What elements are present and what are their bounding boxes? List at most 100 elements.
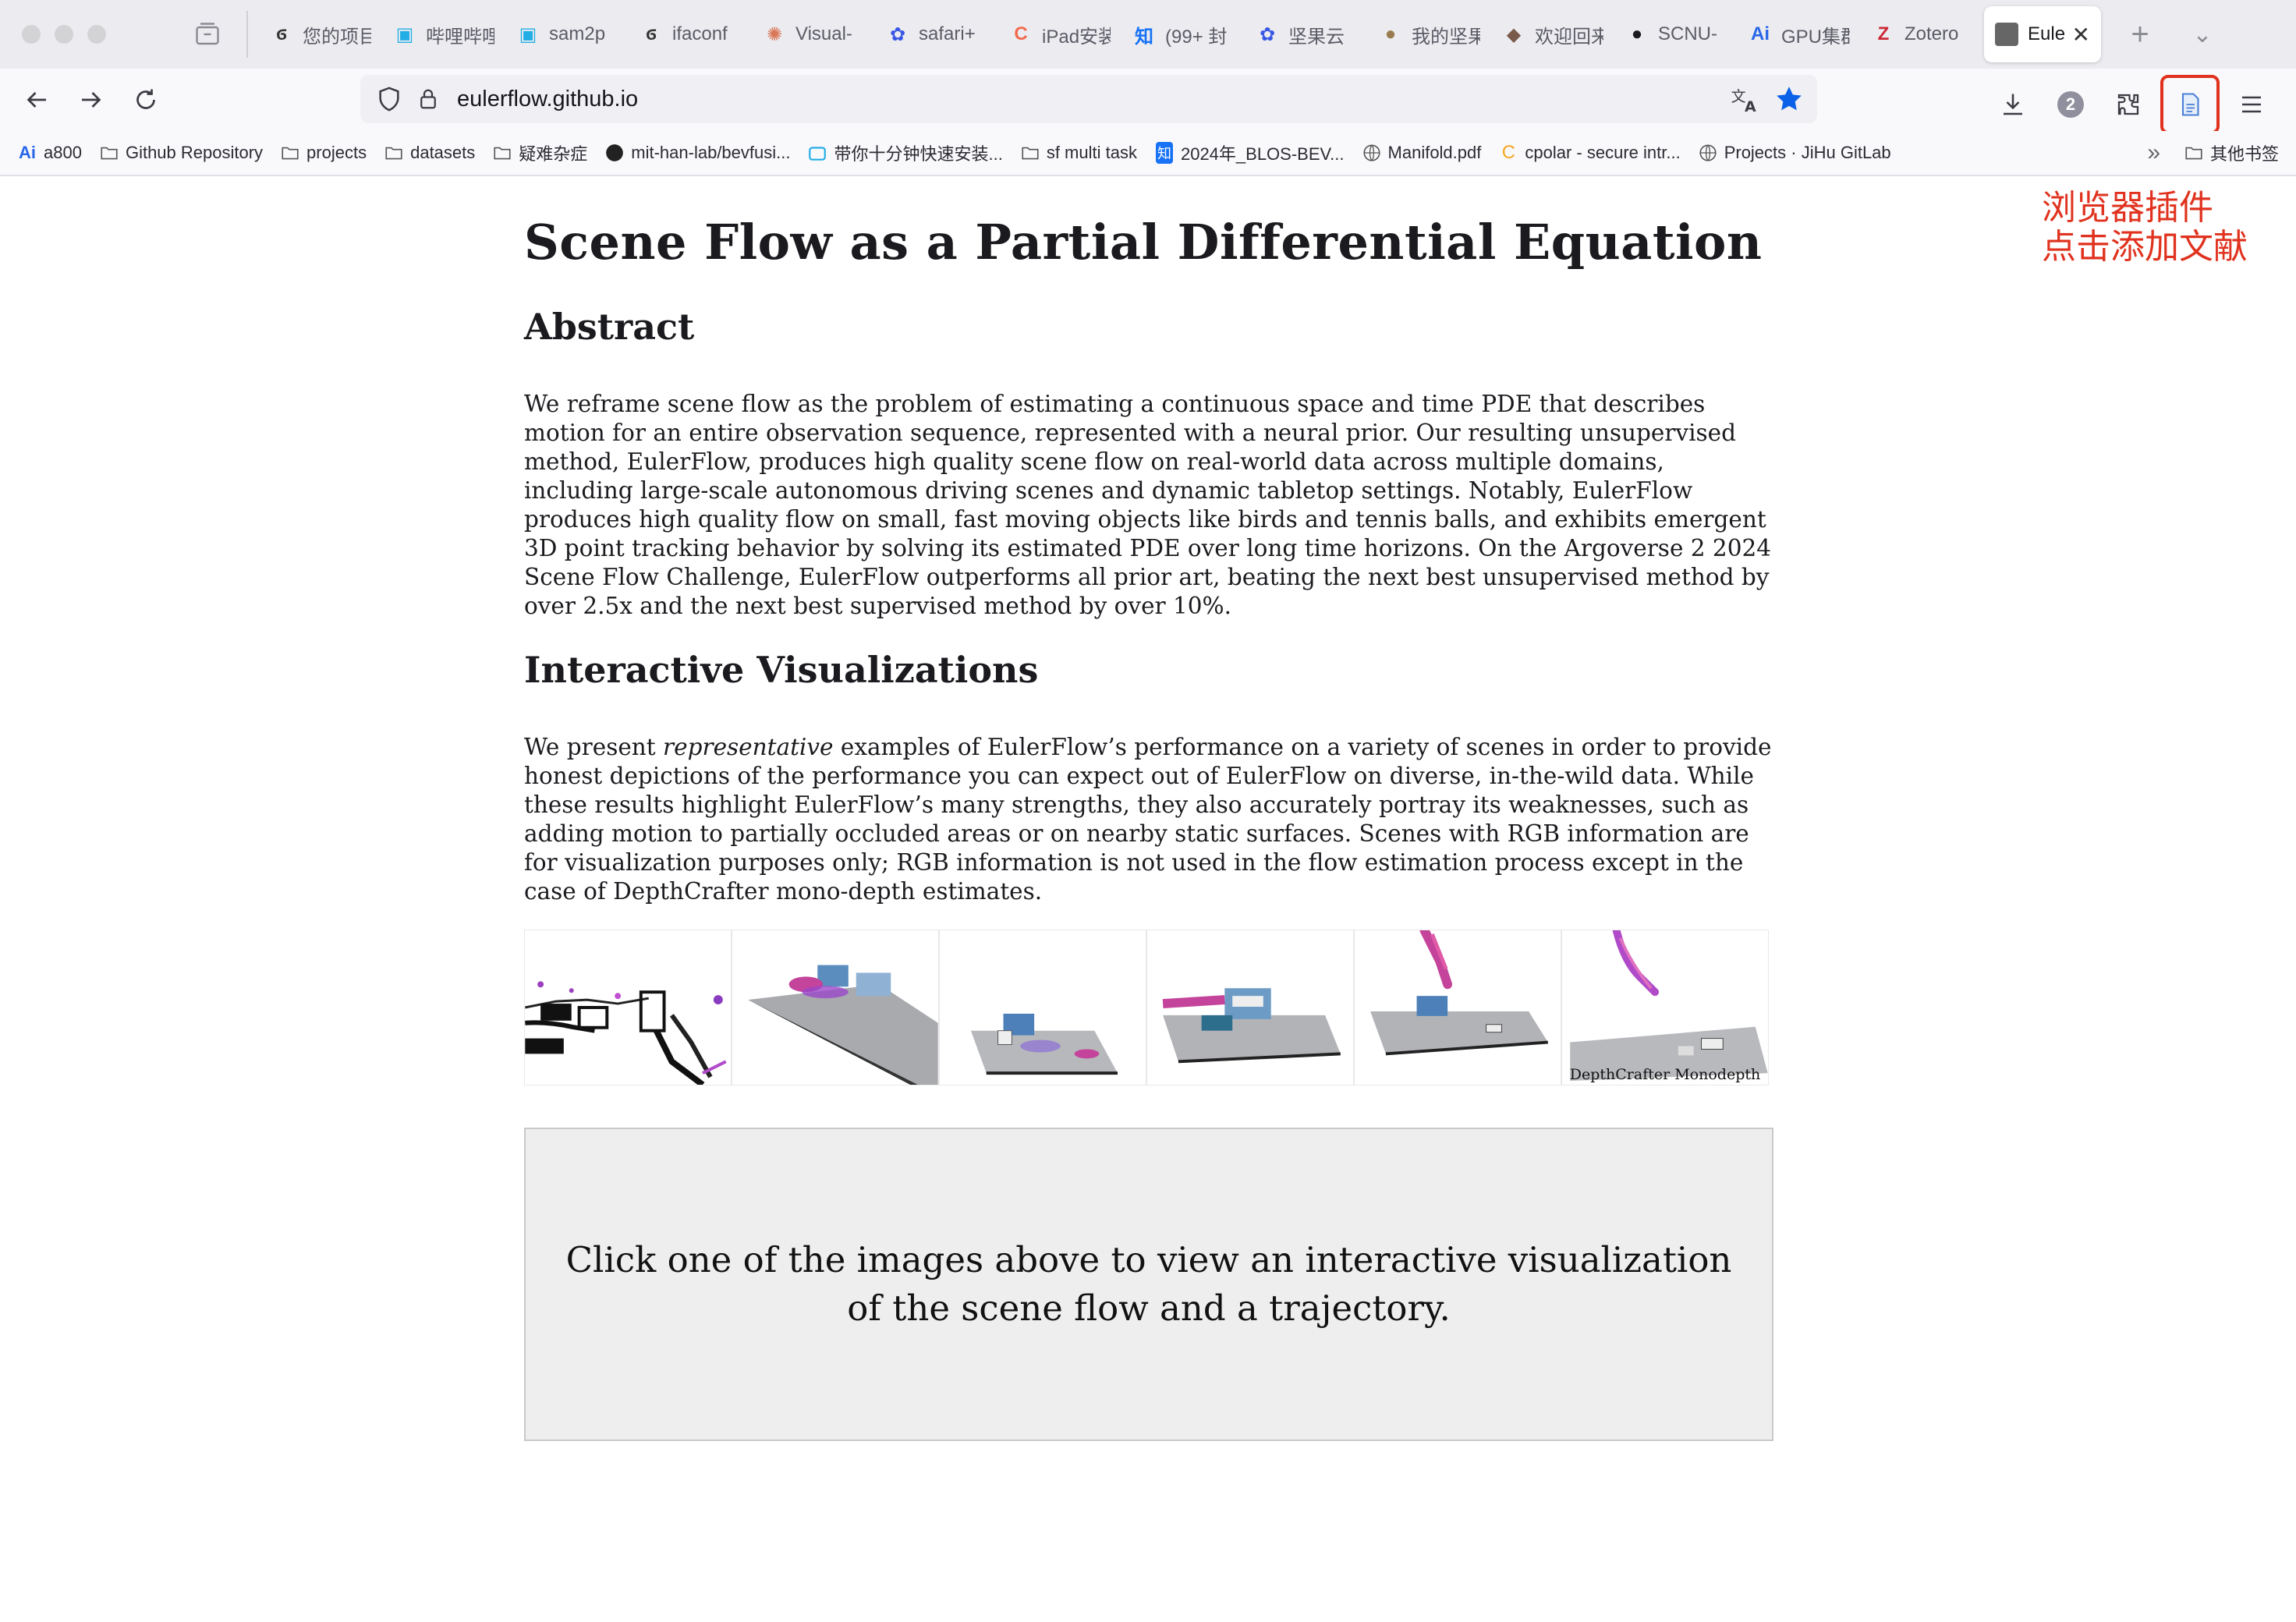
tab-label: 哔哩哔哩: [426, 26, 494, 48]
tab-label: 欢迎回来: [1535, 26, 1603, 48]
close-tab-icon[interactable]: ✕: [2072, 22, 2090, 48]
tab-6[interactable]: CiPad安装: [998, 6, 1121, 62]
folder-icon: [2185, 147, 2202, 160]
bookmark-item-9[interactable]: Manifold.pdf: [1362, 143, 1481, 163]
download-icon: [2004, 94, 2022, 115]
url-text[interactable]: eulerflow.github.io: [457, 87, 638, 112]
tab-13[interactable]: Z Zotero: [1861, 6, 1984, 62]
thumbnail-caption: DepthCrafter Monodepth: [1569, 1066, 1761, 1083]
tab-3[interactable]: ϭ ifaconf: [629, 6, 752, 62]
zoom-window-button[interactable]: [87, 25, 106, 44]
bookmark-item-1[interactable]: Github Repository: [99, 143, 263, 163]
svg-text:文: 文: [1731, 88, 1746, 105]
tab-0[interactable]: ϭ 您的项目: [259, 6, 382, 62]
tab-strip: ϭ 您的项目 ▣ 哔哩哔哩 ▣ sam2p ϭ ifaconf ✺ Visual- ✿ safari+…: [259, 0, 2226, 69]
lock-icon[interactable]: [416, 86, 440, 112]
tab-7[interactable]: 知 (99+ 封: [1121, 6, 1245, 62]
tab-5[interactable]: ✿ safari+: [875, 6, 998, 62]
tab-label: Visual-: [795, 23, 852, 44]
arrow-left-icon: [27, 92, 46, 108]
tab-9[interactable]: ● 我的坚果: [1368, 6, 1491, 62]
folder-icon: [99, 143, 119, 163]
c-icon: C: [1014, 23, 1028, 44]
tab-overview-button[interactable]: [184, 11, 231, 58]
page-title: Scene Flow as a Partial Differential Equ…: [524, 214, 1763, 271]
new-tab-button[interactable]: +: [2117, 17, 2163, 52]
extension-badge-button[interactable]: 2: [2045, 80, 2096, 129]
translate-icon[interactable]: 文A: [1730, 84, 1759, 114]
tab-12[interactable]: Ai GPU集群: [1738, 6, 1861, 62]
bookmark-item-7[interactable]: sf multi task: [1020, 143, 1137, 163]
bookmark-item-0[interactable]: Ai a800: [17, 143, 82, 163]
tab-8[interactable]: ✿ 坚果云: [1245, 6, 1368, 62]
thumbnail-depthcrafter[interactable]: DepthCrafter Monodepth: [1561, 930, 1769, 1085]
bookmark-item-3[interactable]: datasets: [384, 143, 475, 163]
bookmark-item-10[interactable]: Ccpolar - secure intr...: [1498, 142, 1681, 163]
zotero-icon: Z: [1877, 23, 1890, 44]
thumbnail-tabletop-1[interactable]: [732, 930, 939, 1085]
bookmark-item-8[interactable]: 知 2024年_BLOS-BEV...: [1154, 140, 1345, 165]
menu-button[interactable]: [2226, 80, 2277, 129]
folder-icon: [492, 143, 512, 163]
downloads-button[interactable]: [1987, 80, 2039, 129]
tab-label: ifaconf: [672, 23, 728, 44]
reload-button[interactable]: [119, 73, 173, 127]
forward-button[interactable]: [64, 73, 119, 127]
tab-2[interactable]: ▣ sam2p: [505, 6, 629, 62]
bookmark-item-6[interactable]: 带你十分钟快速安装...: [807, 140, 1003, 165]
github-icon: ●: [1631, 23, 1643, 44]
bookmark-label: cpolar - secure intr...: [1525, 143, 1681, 162]
thumbnail-tabletop-3[interactable]: [1146, 930, 1354, 1085]
bookmark-star-icon[interactable]: [1773, 83, 1805, 115]
list-all-tabs-chevron-icon[interactable]: ⌄: [2179, 21, 2226, 48]
tab-overview-icon: [196, 23, 219, 45]
tab-4[interactable]: ✺ Visual-: [752, 6, 875, 62]
divider: [246, 11, 248, 58]
tab-active[interactable]: Eule ✕: [1984, 6, 2101, 62]
abstract-heading: Abstract: [524, 306, 695, 348]
tab-11[interactable]: ● SCNU-: [1614, 6, 1738, 62]
annotation-line-1: 浏览器插件: [2042, 188, 2213, 228]
navigation-toolbar: eulerflow.github.io 文A 2: [0, 69, 2296, 134]
bookmark-item-2[interactable]: projects: [280, 143, 367, 163]
tabletop-pointcloud-image: [970, 1013, 1118, 1075]
hamburger-menu-icon: [2242, 96, 2261, 113]
zhihu-icon: 知: [1135, 26, 1153, 48]
other-bookmarks-folder[interactable]: 其他书签: [2184, 140, 2279, 165]
extensions-button[interactable]: [2103, 80, 2154, 129]
tracking-protection-shield-icon[interactable]: [376, 86, 402, 112]
tab-label: Zotero: [1904, 23, 1959, 44]
bilibili-icon: ▣: [519, 23, 537, 45]
back-button[interactable]: [9, 73, 64, 127]
claude-icon: ✺: [766, 23, 783, 45]
folder-icon: [384, 143, 404, 163]
thumbnail-driving-scene[interactable]: [524, 930, 732, 1085]
tab-1[interactable]: ▣ 哔哩哔哩: [382, 6, 505, 62]
red-annotation-note: 浏览器插件 点击添加文献: [2042, 189, 2248, 267]
visualizations-paragraph: We present representative examples of Eu…: [524, 733, 1772, 906]
tabletop-pointcloud-image: [1162, 988, 1341, 1064]
bilibili-icon: ▣: [395, 23, 414, 45]
thumbnail-tabletop-2[interactable]: [939, 930, 1146, 1085]
tab-10[interactable]: ◆ 欢迎回来: [1491, 6, 1614, 62]
close-window-button[interactable]: [22, 25, 41, 44]
zotero-connector-button[interactable]: [2160, 75, 2220, 134]
bookmark-item-4[interactable]: 疑难杂症: [492, 140, 587, 165]
bookmark-item-11[interactable]: Projects · JiHu GitLab: [1698, 143, 1891, 163]
bookmarks-overflow-button[interactable]: »: [2147, 140, 2160, 166]
zhihu-icon: 知: [1154, 142, 1175, 164]
svg-text:A: A: [1745, 98, 1756, 114]
address-bar[interactable]: eulerflow.github.io 文A: [360, 75, 1817, 123]
globe-icon: [1362, 143, 1382, 163]
document-icon: [2181, 93, 2199, 116]
bookmark-label: mit-han-lab/bevfusi...: [631, 143, 791, 162]
puzzle-icon: [2117, 94, 2139, 115]
ai-icon: Ai: [1751, 23, 1770, 44]
thumbnail-tabletop-4[interactable]: [1354, 930, 1561, 1085]
bookmark-label: a800: [44, 143, 82, 162]
openai-icon: ϭ: [276, 23, 287, 44]
bookmark-item-5[interactable]: mit-han-lab/bevfusi...: [604, 143, 790, 163]
github-icon: [604, 143, 625, 163]
minimize-window-button[interactable]: [55, 25, 73, 44]
extension-count-badge: 2: [2057, 91, 2084, 118]
